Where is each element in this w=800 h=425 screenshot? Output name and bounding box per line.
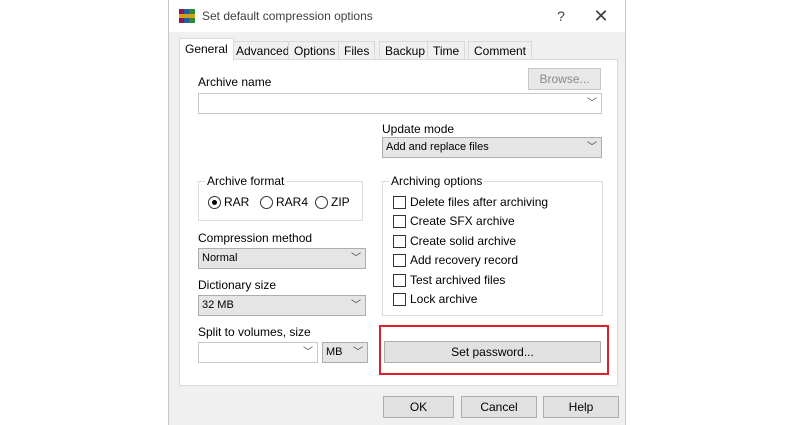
- split-volumes-input[interactable]: ﹀: [198, 342, 318, 363]
- checkbox-recovery-record[interactable]: Add recovery record: [393, 253, 518, 267]
- chevron-down-icon: ﹀: [587, 142, 597, 153]
- dictionary-size-select[interactable]: 32 MB ﹀: [198, 295, 366, 316]
- radio-unselected-icon: [260, 195, 273, 209]
- update-mode-value: Add and replace files: [386, 141, 489, 153]
- checkbox-create-sfx[interactable]: Create SFX archive: [393, 214, 515, 228]
- tab-general[interactable]: General: [179, 38, 234, 61]
- checkbox-unchecked-icon: [393, 292, 406, 306]
- checkbox-unchecked-icon: [393, 195, 406, 209]
- dictionary-size-label: Dictionary size: [198, 278, 277, 292]
- archiving-options-group: Archiving options Delete files after arc…: [382, 174, 603, 316]
- checkbox-unchecked-icon: [393, 273, 406, 287]
- tab-files[interactable]: Files: [338, 41, 376, 60]
- tab-comment[interactable]: Comment: [468, 41, 533, 60]
- archive-format-title: Archive format: [205, 174, 287, 188]
- update-mode-label: Update mode: [382, 122, 455, 136]
- checkbox-lock-archive[interactable]: Lock archive: [393, 292, 477, 306]
- help-question-icon[interactable]: ?: [551, 6, 571, 26]
- title-bar: Set default compression options ? ✕: [169, 0, 625, 32]
- chevron-down-icon: ﹀: [351, 300, 361, 311]
- radio-selected-icon: [208, 195, 221, 209]
- archiving-options-title: Archiving options: [389, 174, 485, 188]
- checkbox-test-archived[interactable]: Test archived files: [393, 273, 505, 287]
- dictionary-size-value: 32 MB: [202, 299, 234, 311]
- browse-button[interactable]: Browse...: [528, 68, 601, 90]
- compression-method-select[interactable]: Normal ﹀: [198, 248, 366, 269]
- radio-zip[interactable]: ZIP: [315, 195, 350, 209]
- chevron-down-icon: ﹀: [351, 253, 361, 264]
- compression-method-value: Normal: [202, 252, 238, 264]
- set-password-highlight: [379, 325, 609, 375]
- tab-time[interactable]: Time: [427, 41, 466, 60]
- archive-name-label: Archive name: [198, 75, 272, 89]
- window-title: Set default compression options: [202, 9, 373, 23]
- checkbox-create-solid[interactable]: Create solid archive: [393, 234, 516, 248]
- split-volumes-label: Split to volumes, size: [198, 325, 311, 339]
- checkbox-unchecked-icon: [393, 234, 406, 248]
- radio-rar4[interactable]: RAR4: [260, 195, 308, 209]
- tab-advanced[interactable]: Advanced: [230, 41, 296, 60]
- update-mode-select[interactable]: Add and replace files ﹀: [382, 137, 602, 158]
- checkbox-label: Create SFX archive: [410, 214, 515, 228]
- compression-method-label: Compression method: [198, 231, 313, 245]
- tab-options[interactable]: Options: [288, 41, 342, 60]
- help-button[interactable]: Help: [543, 396, 619, 418]
- checkbox-unchecked-icon: [393, 253, 406, 267]
- split-unit-value: MB: [326, 346, 343, 358]
- close-icon[interactable]: ✕: [591, 6, 611, 26]
- ok-button[interactable]: OK: [383, 396, 454, 418]
- checkbox-label: Lock archive: [410, 292, 478, 306]
- tab-backup[interactable]: Backup: [379, 41, 432, 60]
- checkbox-label: Add recovery record: [410, 253, 519, 267]
- chevron-down-icon[interactable]: ﹀: [587, 94, 597, 113]
- radio-unselected-icon: [315, 195, 328, 209]
- checkbox-label: Create solid archive: [410, 234, 517, 248]
- radio-rar[interactable]: RAR: [208, 195, 249, 209]
- split-unit-select[interactable]: MB ﹀: [322, 342, 368, 363]
- chevron-down-icon[interactable]: ﹀: [303, 343, 313, 362]
- radio-zip-label: ZIP: [331, 195, 350, 209]
- checkbox-label: Test archived files: [410, 273, 506, 287]
- radio-rar4-label: RAR4: [276, 195, 309, 209]
- archive-format-group: Archive format RAR RAR4 ZIP: [198, 174, 363, 221]
- checkbox-delete-files[interactable]: Delete files after archiving: [393, 195, 548, 209]
- radio-rar-label: RAR: [224, 195, 250, 209]
- winrar-books-icon: [179, 9, 195, 23]
- checkbox-unchecked-icon: [393, 214, 406, 228]
- cancel-button[interactable]: Cancel: [461, 396, 537, 418]
- checkbox-label: Delete files after archiving: [410, 195, 549, 209]
- chevron-down-icon: ﹀: [353, 347, 363, 358]
- archive-name-input[interactable]: ﹀: [198, 93, 602, 114]
